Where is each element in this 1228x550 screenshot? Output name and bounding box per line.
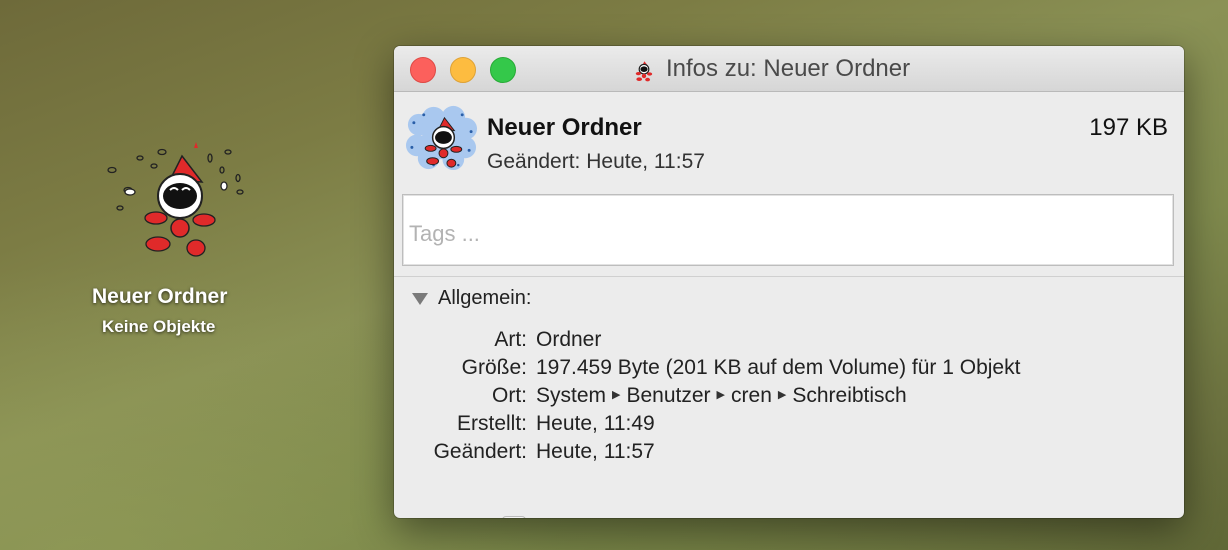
clown-folder-icon xyxy=(635,61,653,82)
info-row-value: Heute, 11:57 xyxy=(536,440,655,463)
partially-hidden-checkbox[interactable] xyxy=(502,516,526,518)
path-segment[interactable]: cren xyxy=(731,384,772,407)
tags-field[interactable] xyxy=(402,194,1174,266)
info-row-key: Ort: xyxy=(492,384,527,407)
info-row-key: Geändert: xyxy=(433,440,527,463)
clown-folder-icon xyxy=(405,105,478,171)
info-row-size: Größe: 197.459 Byte (201 KB auf dem Volu… xyxy=(394,356,1184,384)
desktop-folder[interactable]: Neuer Ordner Keine Objekte xyxy=(92,130,262,340)
window-title-text: Infos zu: Neuer Ordner xyxy=(666,55,911,82)
path-segment[interactable]: Schreibtisch xyxy=(792,384,906,407)
desktop-folder-subtitle: Keine Objekte xyxy=(102,317,216,336)
minimize-button[interactable] xyxy=(450,57,476,83)
info-row-modified: Geändert: Heute, 11:57 xyxy=(394,440,1184,468)
close-button[interactable] xyxy=(410,57,436,83)
disclosure-triangle-icon[interactable] xyxy=(412,292,428,305)
info-row-key: Größe: xyxy=(461,356,527,379)
info-row-location: Ort: System ▶ Benutzer ▶ cren ▶ Schreibtisch xyxy=(394,384,1184,412)
section-general-label: Allgemein: xyxy=(438,287,532,309)
path-arrow-icon: ▶ xyxy=(716,389,726,402)
path-arrow-icon: ▶ xyxy=(612,389,621,402)
path-segment[interactable]: Benutzer xyxy=(626,384,710,407)
zoom-button[interactable] xyxy=(490,57,516,83)
info-header: Neuer Ordner 197 KB Geändert: Heute, 11:… xyxy=(394,92,1184,178)
info-row-value: 197.459 Byte (201 KB auf dem Volume) für… xyxy=(536,356,1021,379)
info-row-created: Erstellt: Heute, 11:49 xyxy=(394,412,1184,440)
info-row-key: Art: xyxy=(494,328,527,351)
info-window: Infos zu: Neuer Ordner Neuer Ordner 197 … xyxy=(394,46,1184,518)
info-row-value: Heute, 11:49 xyxy=(536,412,655,435)
desktop-folder-name: Neuer Ordner xyxy=(92,285,228,308)
path-arrow-icon: ▶ xyxy=(777,389,787,402)
path-segment[interactable]: System xyxy=(536,384,606,407)
clown-folder-icon xyxy=(107,142,244,257)
item-modified: Geändert: Heute, 11:57 xyxy=(487,150,705,173)
info-row-key: Erstellt: xyxy=(456,412,527,435)
window-title: Infos zu: Neuer Ordner xyxy=(628,54,910,84)
divider xyxy=(394,276,1184,277)
info-row-kind: Art: Ordner xyxy=(394,328,1184,356)
titlebar[interactable]: Infos zu: Neuer Ordner xyxy=(394,46,1184,92)
item-size: 197 KB xyxy=(1089,114,1168,141)
section-general-toggle[interactable]: Allgemein: xyxy=(412,287,531,310)
info-row-value: Ordner xyxy=(536,328,602,351)
location-path: System ▶ Benutzer ▶ cren ▶ Schreibtisch xyxy=(536,384,907,408)
item-name: Neuer Ordner xyxy=(487,114,642,141)
